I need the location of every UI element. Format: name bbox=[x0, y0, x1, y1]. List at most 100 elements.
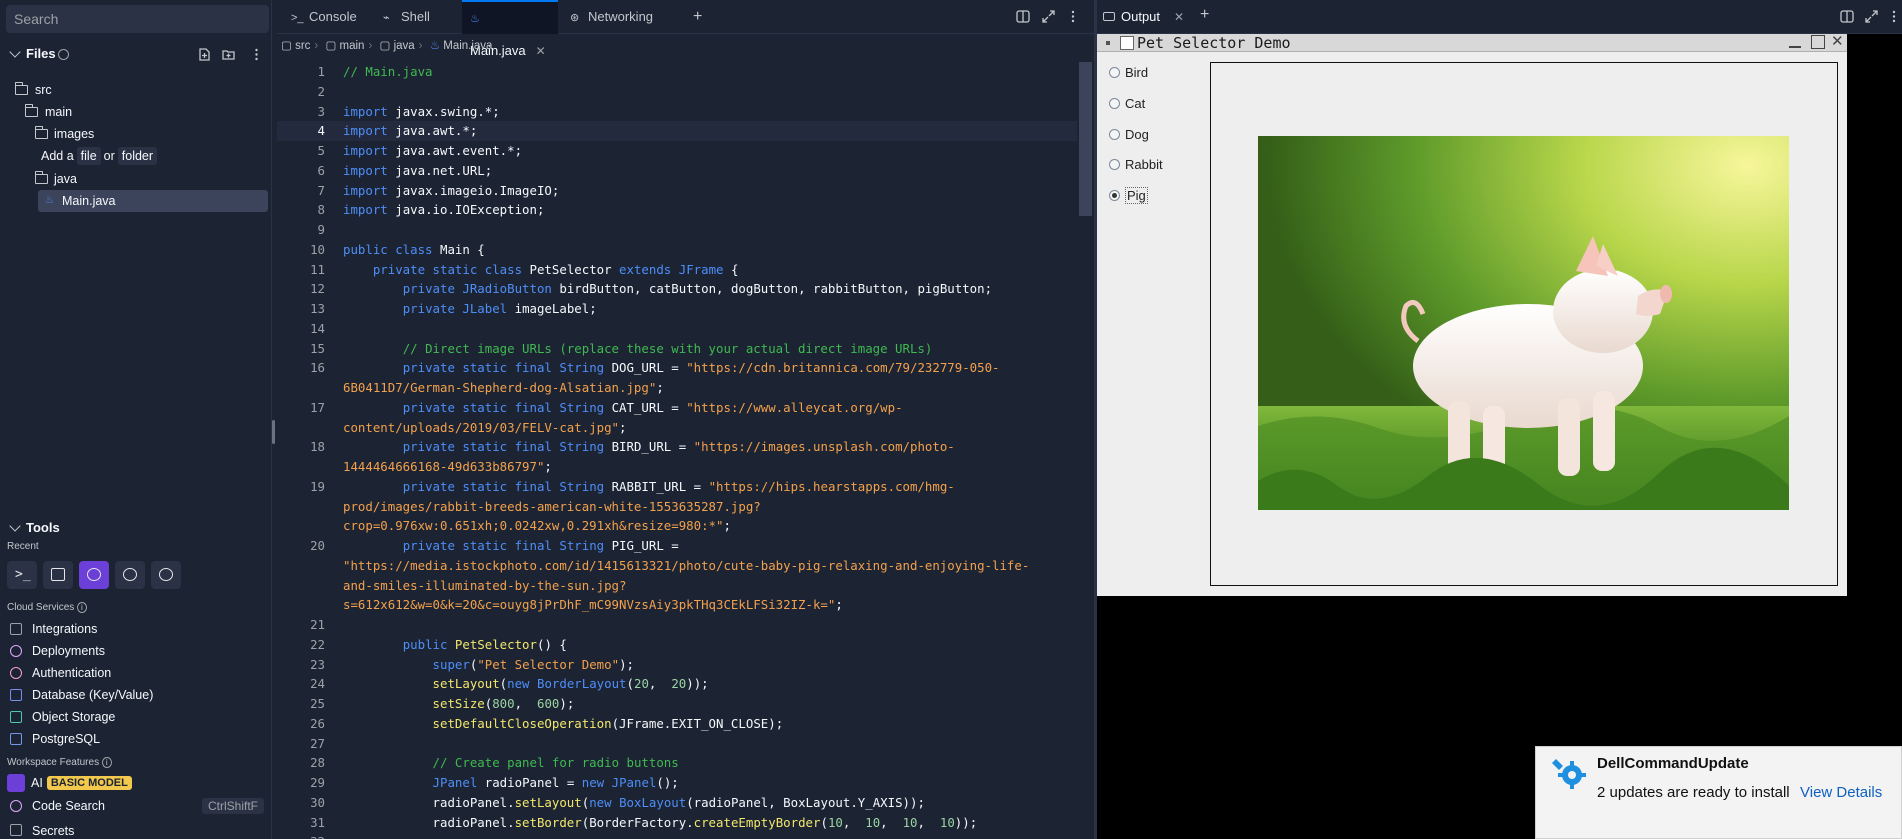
service-postgresql[interactable]: PostgreSQL bbox=[10, 728, 272, 750]
code-line[interactable]: 21 bbox=[277, 615, 1077, 635]
code-line[interactable]: crop=0.976xw:0.651xh;0.0242xw,0.291xh&re… bbox=[277, 516, 1077, 536]
code-line[interactable]: 10 public class Main { bbox=[277, 240, 1077, 260]
menu-dot-icon[interactable] bbox=[1106, 41, 1110, 45]
code-line[interactable]: 23 super("Pet Selector Demo"); bbox=[277, 655, 1077, 675]
code-line[interactable]: 13 private JLabel imageLabel; bbox=[277, 299, 1077, 319]
code-line[interactable]: 15 // Direct image URLs (replace these w… bbox=[277, 339, 1077, 359]
tools-header[interactable]: Tools bbox=[0, 518, 272, 538]
radio-indicator[interactable] bbox=[1109, 128, 1120, 140]
window-close-icon[interactable]: ✕ bbox=[1831, 33, 1844, 51]
code-line[interactable]: and-smiles-illuminated-by-the-sun.jpg? bbox=[277, 576, 1077, 596]
secrets-item[interactable]: Secrets bbox=[10, 824, 272, 839]
split-pane-icon[interactable] bbox=[1840, 10, 1854, 23]
code-line[interactable]: 14 bbox=[277, 319, 1077, 339]
sidebar-resize-handle[interactable] bbox=[272, 420, 275, 444]
radio-cat[interactable]: Cat bbox=[1109, 94, 1145, 112]
assistant-tool-button[interactable] bbox=[151, 561, 181, 589]
code-line[interactable]: 3 import javax.swing.*; bbox=[277, 102, 1077, 122]
code-line[interactable]: 32 bbox=[277, 832, 1077, 839]
tree-item-main-java[interactable]: ♨ Main.java bbox=[0, 190, 272, 212]
new-tab-button[interactable]: + bbox=[1200, 6, 1209, 24]
git-tool-button[interactable] bbox=[115, 561, 145, 589]
more-options-icon[interactable] bbox=[250, 48, 263, 61]
code-line[interactable]: 27 bbox=[277, 734, 1077, 754]
new-folder-icon[interactable] bbox=[222, 48, 235, 61]
service-integrations[interactable]: Integrations bbox=[10, 618, 272, 640]
add-file-link[interactable]: file bbox=[76, 147, 101, 165]
code-line[interactable]: 30 radioPanel.setLayout(new BoxLayout(ra… bbox=[277, 793, 1077, 813]
tab-main-java[interactable]: ♨Main.java ✕ bbox=[462, 0, 558, 58]
code-line[interactable]: "https://media.istockphoto.com/id/141561… bbox=[277, 556, 1077, 576]
more-options-icon[interactable] bbox=[1069, 10, 1077, 23]
ai-feature[interactable]: AI BASIC MODEL bbox=[7, 772, 269, 794]
radio-pig[interactable]: Pig bbox=[1109, 186, 1148, 204]
tab-console[interactable]: >_ Console bbox=[281, 0, 367, 34]
add-folder-link[interactable]: folder bbox=[117, 147, 158, 165]
code-line[interactable]: 1 // Main.java bbox=[277, 62, 1077, 82]
service-object-storage[interactable]: Object Storage bbox=[10, 706, 272, 728]
code-line[interactable]: 8 import java.io.IOException; bbox=[277, 200, 1077, 220]
service-authentication[interactable]: Authentication bbox=[10, 662, 272, 684]
window-maximize-icon[interactable] bbox=[1811, 35, 1825, 49]
tab-networking[interactable]: ⊛ Networking bbox=[562, 0, 661, 34]
code-line[interactable]: 5 import java.awt.event.*; bbox=[277, 141, 1077, 161]
radio-dog[interactable]: Dog bbox=[1109, 125, 1149, 143]
code-line[interactable]: 25 setSize(800, 600); bbox=[277, 694, 1077, 714]
maximize-icon[interactable] bbox=[1042, 10, 1055, 23]
code-editor[interactable]: 1// Main.java 2 3 import javax.swing.*; 4 imp… bbox=[277, 62, 1077, 839]
code-line[interactable]: 18 private static final String BIRD_URL … bbox=[277, 437, 1077, 457]
code-line[interactable]: s=612x612&w=0&k=20&c=ouyg8jPrDhF_mC99NVz… bbox=[277, 595, 1077, 615]
editor-scrollbar[interactable] bbox=[1079, 62, 1092, 216]
code-line[interactable]: 16 private static final String DOG_URL =… bbox=[277, 358, 1077, 378]
breadcrumb-file[interactable]: ♨ Main.java bbox=[430, 40, 493, 52]
tab-shell[interactable]: ⌁ Shell bbox=[373, 0, 440, 34]
code-line[interactable]: 12 private JRadioButton birdButton, catB… bbox=[277, 279, 1077, 299]
code-search[interactable]: Code Search CtrlShiftF bbox=[10, 795, 272, 817]
view-details-link[interactable]: View Details bbox=[1800, 784, 1882, 801]
radio-indicator[interactable] bbox=[1109, 66, 1120, 78]
chevron-down-icon[interactable] bbox=[9, 520, 21, 532]
webview-tool-button[interactable] bbox=[43, 561, 73, 589]
code-line[interactable]: 24 setLayout(new BorderLayout(20, 20)); bbox=[277, 674, 1077, 694]
code-line[interactable]: 2 bbox=[277, 82, 1077, 102]
code-line[interactable]: 11 private static class PetSelector exte… bbox=[277, 260, 1077, 280]
radio-rabbit[interactable]: Rabbit bbox=[1109, 155, 1163, 173]
radio-indicator[interactable] bbox=[1109, 97, 1120, 109]
code-line[interactable]: 17 private static final String CAT_URL =… bbox=[277, 398, 1077, 418]
code-line[interactable]: 28 // Create panel for radio buttons bbox=[277, 753, 1077, 773]
code-line[interactable]: 7 import javax.imageio.ImageIO; bbox=[277, 181, 1077, 201]
service-deployments[interactable]: Deployments bbox=[10, 640, 272, 662]
code-line[interactable]: 1444464666168-49d633b86797"; bbox=[277, 457, 1077, 477]
code-line[interactable]: content/uploads/2019/03/FELV-cat.jpg"; bbox=[277, 418, 1077, 438]
close-icon[interactable]: ✕ bbox=[1174, 10, 1184, 24]
breadcrumb-java[interactable]: ▢ java bbox=[380, 40, 415, 52]
tree-item-java[interactable]: java bbox=[0, 168, 272, 190]
service-database[interactable]: Database (Key/Value) bbox=[10, 684, 272, 706]
code-line[interactable]: 9 bbox=[277, 220, 1077, 240]
tab-output[interactable]: Output ✕ bbox=[1103, 0, 1184, 34]
search-input[interactable]: Search bbox=[6, 5, 269, 33]
radio-bird[interactable]: Bird bbox=[1109, 63, 1148, 81]
files-header[interactable]: Files bbox=[0, 44, 272, 64]
code-line[interactable]: 6B0411D7/German-Shepherd-dog-Alsatian.jp… bbox=[277, 378, 1077, 398]
tree-item-src[interactable]: src bbox=[0, 79, 272, 101]
minimize-icon[interactable] bbox=[1789, 46, 1801, 48]
breadcrumb-main[interactable]: ▢ main bbox=[325, 40, 364, 52]
code-line[interactable]: 4 import java.awt.*; bbox=[277, 121, 1077, 141]
tree-item-main[interactable]: main bbox=[0, 101, 272, 123]
code-line[interactable]: 20 private static final String PIG_URL = bbox=[277, 536, 1077, 556]
radio-indicator[interactable] bbox=[1109, 189, 1120, 201]
ai-tool-button[interactable] bbox=[79, 561, 109, 589]
code-line[interactable]: 31 radioPanel.setBorder(BorderFactory.cr… bbox=[277, 813, 1077, 833]
new-tab-button[interactable]: + bbox=[685, 0, 710, 34]
console-tool-button[interactable]: >_ bbox=[7, 561, 37, 589]
new-file-icon[interactable] bbox=[198, 48, 211, 61]
code-line[interactable]: 22 public PetSelector() { bbox=[277, 635, 1077, 655]
window-titlebar[interactable]: Pet Selector Demo ✕ bbox=[1097, 33, 1847, 52]
code-line[interactable]: 6 import java.net.URL; bbox=[277, 161, 1077, 181]
code-line[interactable]: 19 private static final String RABBIT_UR… bbox=[277, 477, 1077, 497]
code-line[interactable]: 26 setDefaultCloseOperation(JFrame.EXIT_… bbox=[277, 714, 1077, 734]
more-options-icon[interactable] bbox=[1890, 10, 1898, 23]
maximize-icon[interactable] bbox=[1865, 10, 1878, 23]
breadcrumb-src[interactable]: ▢ src bbox=[281, 40, 310, 52]
